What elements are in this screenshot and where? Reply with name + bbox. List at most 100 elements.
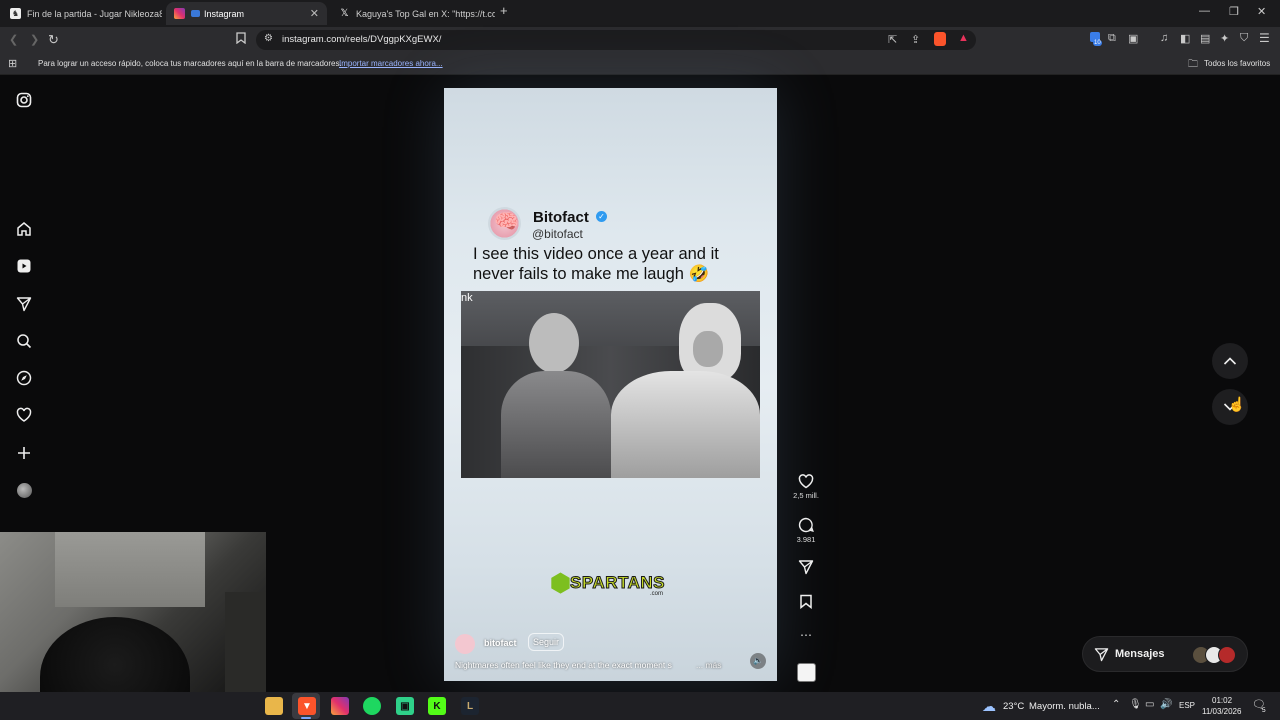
person-right-body [611, 371, 760, 478]
import-bookmarks-link[interactable]: Importar marcadores ahora... [339, 59, 443, 68]
minimize-button[interactable]: — [1199, 5, 1210, 17]
mute-icon[interactable]: 🔈 [750, 653, 766, 669]
microphone-icon[interactable]: 🎙 [1129, 699, 1142, 710]
kick-icon[interactable]: K [428, 697, 446, 715]
search-icon[interactable] [14, 331, 34, 351]
more-link[interactable]: ... más [696, 660, 722, 670]
close-icon[interactable]: ✕ [304, 7, 319, 20]
reels-icon[interactable] [14, 256, 34, 276]
webcam-wall [55, 532, 205, 607]
send-icon [798, 560, 814, 575]
audio-thumbnail[interactable] [790, 663, 822, 682]
league-icon[interactable]: L [461, 697, 479, 715]
direct-message-icon[interactable] [14, 294, 34, 314]
tab-title: Instagram [204, 8, 245, 19]
clock-date[interactable]: 11/03/2026 [1202, 707, 1241, 716]
extension-badge: 10 [1093, 40, 1102, 46]
app-icon[interactable]: ▣ [396, 697, 414, 715]
tab-instagram[interactable]: Instagram ✕ [166, 2, 327, 25]
person-left-body [501, 371, 611, 478]
video-overlay-text: nk [461, 292, 473, 304]
share-icon[interactable]: ⇪ [911, 33, 920, 46]
post-author-handle: @bitofact [532, 227, 583, 241]
weather-desc[interactable]: Mayorm. nubla... [1029, 701, 1100, 712]
music-icon[interactable]: ♫ [1160, 32, 1168, 44]
apps-grid-icon[interactable]: ⊞ [8, 57, 17, 70]
messages-label: Mensajes [1115, 648, 1165, 660]
wallet-icon[interactable]: ▣ [1128, 32, 1138, 45]
post-author-name: Bitofact [533, 209, 589, 226]
tab-title: Fin de la partida - Jugar Nikleoza84 - [27, 8, 162, 19]
restore-button[interactable]: ❐ [1229, 5, 1239, 18]
reel-avatar[interactable] [455, 634, 475, 654]
instagram-app-icon[interactable] [331, 697, 349, 715]
save-button[interactable] [790, 594, 822, 611]
comment-button[interactable]: 3.981 [790, 517, 822, 544]
notification-count: 5 [1262, 707, 1266, 714]
back-icon[interactable]: ❮ [9, 33, 18, 46]
browser-toolbar: ❮ ❯ ↻ ⚙ instagram.com/reels/DVggpKXgEWX/… [0, 27, 1280, 53]
folder-icon: 🗀 [1188, 59, 1198, 70]
instagram-logo-icon[interactable] [14, 90, 34, 110]
webcam-person [40, 617, 190, 692]
contact-avatar [1218, 646, 1236, 664]
like-count: 2,5 mill. [793, 491, 819, 500]
weather-icon: ☁ [982, 698, 996, 714]
previous-reel-button[interactable] [1212, 343, 1248, 379]
profile-avatar[interactable] [14, 480, 34, 500]
brave-browser-icon[interactable]: ▼ [298, 697, 316, 715]
wallet2-icon[interactable]: ▤ [1200, 32, 1210, 45]
brave-shield-icon[interactable] [934, 32, 946, 46]
close-window-button[interactable]: ✕ [1257, 5, 1266, 18]
webcam-overlay [0, 532, 266, 692]
sponsor-name: SPARTANS [570, 573, 666, 593]
sidebar-toggle-icon[interactable]: ◧ [1180, 32, 1190, 45]
leo-icon[interactable]: ✦ [1220, 32, 1229, 45]
tab-chess[interactable]: ♞ Fin de la partida - Jugar Nikleoza84 - [2, 2, 162, 25]
follow-button[interactable]: Seguir [528, 633, 565, 651]
bookmark-icon[interactable] [236, 32, 246, 47]
volume-icon[interactable]: 🔊 [1160, 699, 1172, 710]
brave-rewards-icon[interactable]: ▲ [958, 32, 969, 44]
chevron-up-icon [1223, 357, 1237, 365]
windows-taskbar: ▼ ▣ K L ☁ 23°C Mayorm. nubla... ⌃ 🎙 ▭ 🔊 … [0, 692, 1280, 720]
save-icon [800, 594, 812, 610]
forward-icon[interactable]: ❯ [30, 33, 39, 46]
messages-button[interactable]: Mensajes [1082, 636, 1248, 672]
bitofact-avatar: 🧠 [488, 207, 521, 240]
home-icon[interactable] [14, 219, 34, 239]
more-options-icon[interactable]: ⋯ [790, 628, 822, 642]
network-icon[interactable]: ▭ [1145, 699, 1154, 710]
clock-time[interactable]: 01:02 [1212, 696, 1232, 705]
webcam-door [225, 592, 266, 692]
site-favicon: ♞ [10, 8, 21, 19]
chevron-up-icon[interactable]: ⌃ [1112, 699, 1120, 710]
vpn-icon[interactable]: ⛉ [1240, 32, 1248, 45]
tab-x[interactable]: 𝕏 Kaguya's Top Gal en X: "https://t.co/x [331, 2, 495, 25]
all-bookmarks-button[interactable]: Todos los favoritos [1204, 59, 1270, 68]
puzzle-icon[interactable]: ⧉ [1108, 32, 1116, 45]
file-explorer-icon[interactable] [265, 697, 283, 715]
language-indicator[interactable]: ESP [1179, 701, 1195, 710]
create-icon[interactable] [14, 443, 34, 463]
site-settings-icon[interactable]: ⚙ [264, 33, 273, 44]
menu-icon[interactable]: ☰ [1259, 31, 1270, 45]
instagram-icon [174, 8, 185, 19]
spotify-icon[interactable] [363, 697, 381, 715]
share-button[interactable] [790, 559, 822, 577]
explore-icon[interactable] [14, 368, 34, 388]
tab-strip: ♞ Fin de la partida - Jugar Nikleoza84 -… [0, 0, 1280, 27]
new-tab-button[interactable]: + [500, 3, 508, 18]
url-text: instagram.com/reels/DVggpKXgEWX/ [282, 34, 442, 45]
weather-temp[interactable]: 23°C [1003, 701, 1024, 712]
reload-icon[interactable]: ↻ [48, 32, 59, 48]
reel-username[interactable]: bitofact [484, 638, 517, 648]
person-left-head [529, 313, 579, 373]
heart-icon[interactable] [14, 405, 34, 425]
comment-count: 3.981 [796, 535, 816, 544]
reel-player[interactable]: 🧠 Bitofact ✓ @bitofact I see this video … [444, 88, 777, 681]
address-bar[interactable]: ⚙ instagram.com/reels/DVggpKXgEWX/ ⇱ ⇪ ▲ [256, 30, 976, 50]
active-indicator [301, 717, 311, 719]
like-button[interactable]: 2,5 mill. [790, 474, 822, 500]
open-external-icon[interactable]: ⇱ [888, 33, 897, 46]
